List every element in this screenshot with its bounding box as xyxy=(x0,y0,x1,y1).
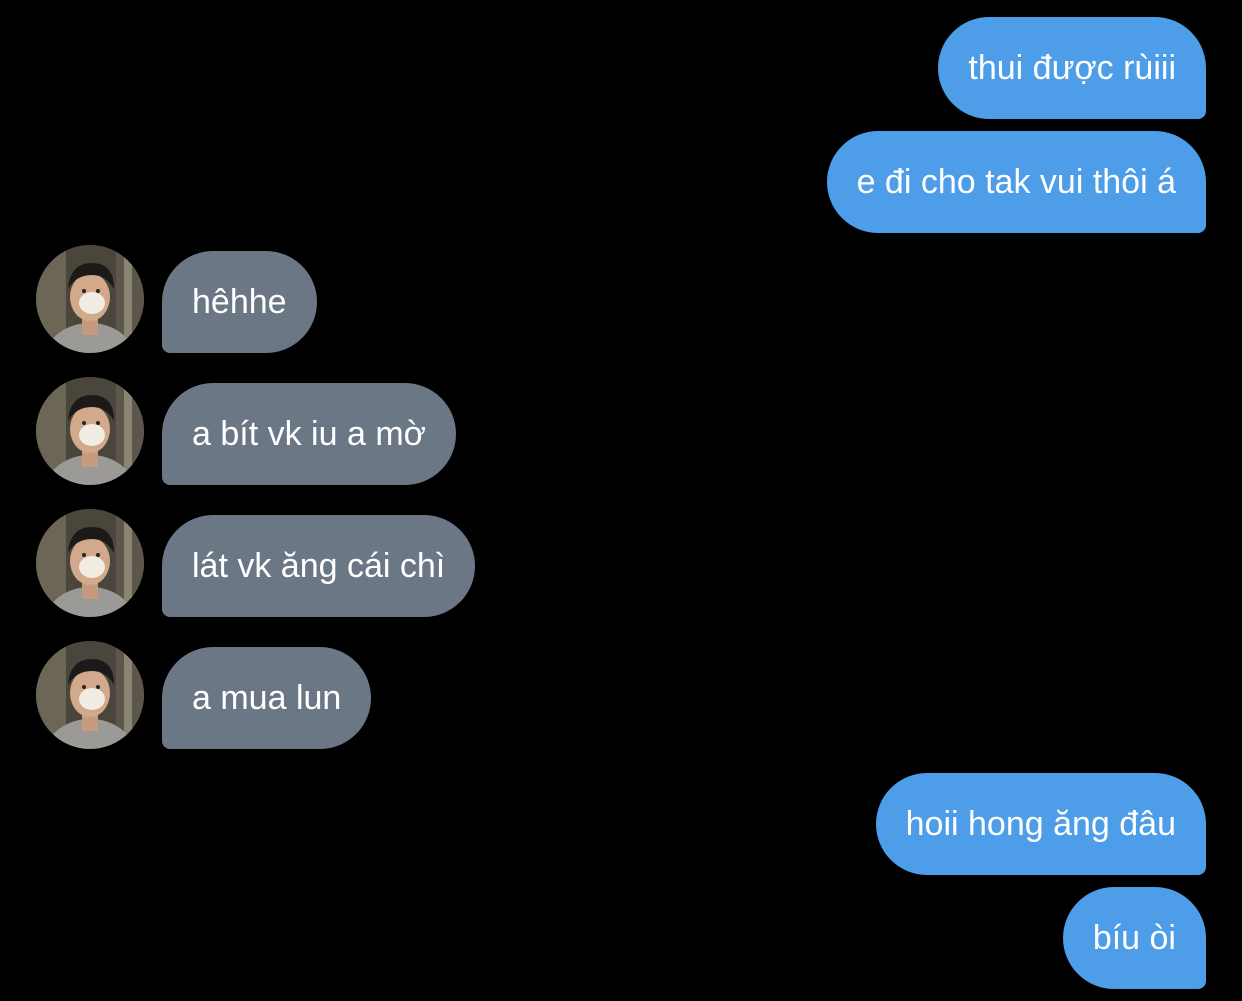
message-bubble-outgoing[interactable]: hoii hong ăng đâu xyxy=(875,773,1206,875)
message-bubble-incoming[interactable]: lát vk ăng cái chì xyxy=(162,515,476,617)
contact-avatar-icon[interactable] xyxy=(36,245,144,353)
message-bubble-outgoing[interactable]: e đi cho tak vui thôi á xyxy=(826,131,1206,233)
message-text: hoii hong ăng đâu xyxy=(905,805,1176,843)
chat-screen: { "messages": [ {"direction": "outgoing"… xyxy=(0,0,1242,1001)
message-text: bíu òi xyxy=(1092,919,1176,957)
message-bubble-incoming[interactable]: hêhhe xyxy=(162,251,317,353)
message-bubble-outgoing[interactable]: thui được rùiii xyxy=(938,17,1206,119)
contact-avatar-icon[interactable] xyxy=(36,509,144,617)
message-text: a mua lun xyxy=(192,679,342,717)
message-text: a bít vk iu a mờ xyxy=(192,415,426,453)
message-bubble-incoming[interactable]: a mua lun xyxy=(162,647,372,749)
contact-avatar-icon[interactable] xyxy=(36,377,144,485)
message-text: e đi cho tak vui thôi á xyxy=(856,163,1176,201)
message-text: thui được rùiii xyxy=(968,49,1176,87)
message-bubble-incoming[interactable]: a bít vk iu a mờ xyxy=(162,383,456,485)
message-text: hêhhe xyxy=(192,283,287,321)
message-bubble-outgoing[interactable]: bíu òi xyxy=(1062,887,1206,989)
contact-avatar-icon[interactable] xyxy=(36,641,144,749)
message-text: lát vk ăng cái chì xyxy=(192,547,446,585)
